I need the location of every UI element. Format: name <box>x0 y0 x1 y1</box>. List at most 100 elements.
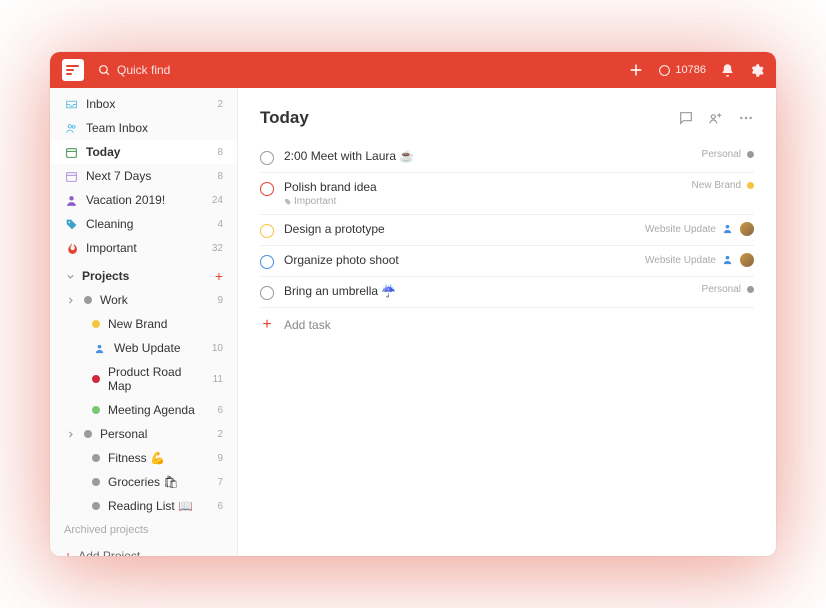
sidebar-section-projects[interactable]: Projects + <box>50 260 237 288</box>
sidebar-item-label: Fitness 💪 <box>108 451 165 465</box>
task-title: Polish brand idea <box>284 180 682 194</box>
sidebar-item-next7[interactable]: Next 7 Days 8 <box>50 164 237 188</box>
task-checkbox[interactable] <box>260 286 274 300</box>
shared-icon <box>722 223 734 235</box>
task-project-label: New Brand <box>692 180 741 191</box>
task-row[interactable]: Organize photo shoot Website Update <box>260 246 754 277</box>
sidebar: Inbox 2 Team Inbox Today 8 Next 7 Days 8… <box>50 88 238 556</box>
sidebar-item-label: Work <box>100 293 128 307</box>
notifications-icon[interactable] <box>720 63 735 78</box>
tag-icon <box>64 217 78 231</box>
main-panel: Today 2:00 Meet with Laura ☕️ Personal P… <box>238 88 776 556</box>
sidebar-item-label: Reading List 📖 <box>108 499 193 513</box>
sidebar-item-count: 9 <box>217 453 223 464</box>
inbox-icon <box>64 97 78 111</box>
sidebar-project-work[interactable]: Work 9 <box>50 288 237 312</box>
sidebar-item-count: 2 <box>217 429 223 440</box>
sidebar-item-label: Vacation 2019! <box>86 193 165 207</box>
sidebar-project-web-update[interactable]: Web Update 10 <box>50 336 237 360</box>
chevron-down-icon <box>64 270 76 282</box>
sidebar-project-fitness[interactable]: Fitness 💪 9 <box>50 446 237 470</box>
task-meta: Website Update <box>645 222 754 236</box>
sidebar-item-count: 8 <box>217 171 223 182</box>
task-meta: Website Update <box>645 253 754 267</box>
sidebar-item-label: Meeting Agenda <box>108 403 195 417</box>
task-meta: Personal <box>702 284 754 295</box>
project-color-dot <box>92 375 100 383</box>
sidebar-item-label: Personal <box>100 427 147 441</box>
task-checkbox[interactable] <box>260 182 274 196</box>
add-task-label: Add task <box>284 318 331 332</box>
sidebar-item-important[interactable]: Important 32 <box>50 236 237 260</box>
task-checkbox[interactable] <box>260 224 274 238</box>
project-color-dot <box>747 182 754 189</box>
shared-icon <box>722 254 734 266</box>
task-title: Organize photo shoot <box>284 253 635 267</box>
sidebar-project-personal[interactable]: Personal 2 <box>50 422 237 446</box>
person-icon <box>64 193 78 207</box>
sidebar-item-team-inbox[interactable]: Team Inbox <box>50 116 237 140</box>
task-row[interactable]: 2:00 Meet with Laura ☕️ Personal <box>260 142 754 173</box>
task-project-label: Personal <box>702 149 741 160</box>
project-color-dot <box>84 430 92 438</box>
sidebar-project-roadmap[interactable]: Product Road Map 11 <box>50 360 237 398</box>
sidebar-project-groceries[interactable]: Groceries 🛍 7 <box>50 470 237 494</box>
sidebar-project-meeting[interactable]: Meeting Agenda 6 <box>50 398 237 422</box>
sidebar-item-label: Product Road Map <box>108 365 205 393</box>
task-row[interactable]: Design a prototype Website Update <box>260 215 754 246</box>
chevron-right-icon <box>64 294 76 306</box>
task-project-label: Personal <box>702 284 741 295</box>
project-color-dot <box>92 502 100 510</box>
sidebar-item-count: 2 <box>217 99 223 110</box>
sidebar-item-today[interactable]: Today 8 <box>50 140 237 164</box>
task-row[interactable]: Polish brand idea Important New Brand <box>260 173 754 215</box>
sidebar-item-label: Cleaning <box>86 217 133 231</box>
add-task-button[interactable]: + Add task <box>260 308 754 342</box>
sidebar-item-count: 10 <box>212 343 223 354</box>
project-color-dot <box>92 406 100 414</box>
sidebar-item-cleaning[interactable]: Cleaning 4 <box>50 212 237 236</box>
task-label: Important <box>284 196 682 207</box>
task-checkbox[interactable] <box>260 151 274 165</box>
sidebar-item-count: 7 <box>217 477 223 488</box>
sidebar-item-count: 6 <box>217 405 223 416</box>
task-meta: Personal <box>702 149 754 160</box>
share-icon[interactable] <box>708 110 724 126</box>
comments-icon[interactable] <box>678 110 694 126</box>
search-icon <box>98 64 111 77</box>
sidebar-item-count: 24 <box>212 195 223 206</box>
calendar-today-icon <box>64 145 78 159</box>
sidebar-item-count: 4 <box>217 219 223 230</box>
chevron-right-icon <box>64 428 76 440</box>
task-title: Design a prototype <box>284 222 635 236</box>
project-color-dot <box>747 151 754 158</box>
project-color-dot <box>84 296 92 304</box>
shared-icon <box>92 341 106 355</box>
sidebar-project-new-brand[interactable]: New Brand <box>50 312 237 336</box>
sidebar-item-label: Inbox <box>86 97 115 111</box>
sidebar-item-inbox[interactable]: Inbox 2 <box>50 92 237 116</box>
sidebar-project-reading[interactable]: Reading List 📖 6 <box>50 494 237 518</box>
add-task-icon[interactable] <box>628 62 644 78</box>
add-project-button[interactable]: + Add Project <box>50 542 237 556</box>
task-title: Bring an umbrella ☔️ <box>284 284 692 298</box>
sidebar-item-vacation[interactable]: Vacation 2019! 24 <box>50 188 237 212</box>
task-row[interactable]: Bring an umbrella ☔️ Personal <box>260 277 754 308</box>
app-window: Quick find 10786 Inbox 2 Team Inbox Toda… <box>50 52 776 556</box>
task-list: 2:00 Meet with Laura ☕️ Personal Polish … <box>260 142 754 308</box>
task-project-label: Website Update <box>645 255 716 266</box>
sidebar-item-label: Today <box>86 145 120 159</box>
quick-find[interactable]: Quick find <box>98 63 170 77</box>
more-icon[interactable] <box>738 110 754 126</box>
task-title: 2:00 Meet with Laura ☕️ <box>284 149 692 163</box>
add-project-icon[interactable]: + <box>215 268 223 284</box>
project-color-dot <box>92 454 100 462</box>
karma-indicator[interactable]: 10786 <box>658 64 706 77</box>
task-checkbox[interactable] <box>260 255 274 269</box>
project-color-dot <box>92 320 100 328</box>
archived-projects-label[interactable]: Archived projects <box>50 518 237 542</box>
calendar-week-icon <box>64 169 78 183</box>
app-logo[interactable] <box>62 59 84 81</box>
assignee-avatar <box>740 253 754 267</box>
settings-icon[interactable] <box>749 63 764 78</box>
